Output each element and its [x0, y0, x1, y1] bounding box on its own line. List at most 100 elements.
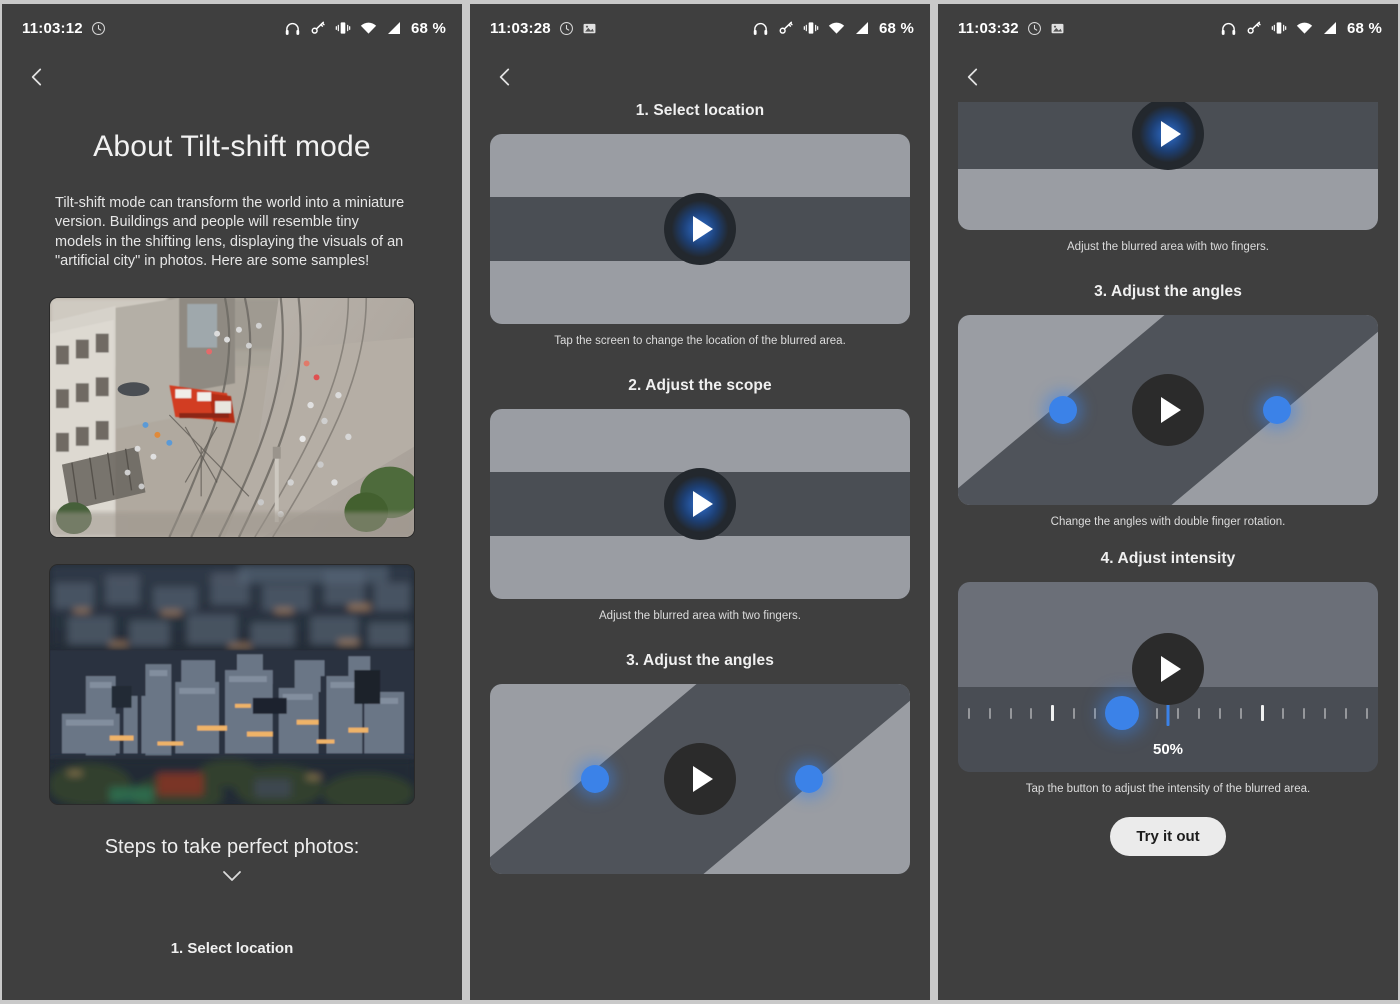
tick — [1073, 707, 1076, 719]
nav-bar — [2, 52, 462, 102]
step-demo-card-3[interactable] — [490, 684, 910, 874]
back-button[interactable] — [24, 64, 50, 90]
phone-screen-steps-top: 11:03:28 68 % 1. Select location Tap the… — [470, 4, 930, 1000]
steps-scroll-area[interactable]: Adjust the blurred area with two fingers… — [938, 102, 1398, 856]
image-icon — [582, 21, 597, 36]
step-block-2: 2. Adjust the scope Adjust the blurred a… — [490, 377, 910, 622]
about-description: Tilt-shift mode can transform the world … — [55, 195, 405, 269]
status-time: 11:03:12 — [22, 19, 83, 37]
angle-handle-right[interactable] — [1263, 396, 1292, 424]
play-button[interactable] — [664, 743, 736, 815]
play-button[interactable] — [664, 193, 736, 265]
expand-steps-button[interactable] — [28, 867, 436, 890]
blur-band-bottom — [490, 261, 910, 324]
try-it-out-button[interactable]: Try it out — [1110, 817, 1226, 856]
step-demo-card-partial[interactable] — [958, 102, 1378, 230]
page-title: About Tilt-shift mode — [93, 130, 371, 163]
step-demo-card-3[interactable] — [958, 315, 1378, 505]
angle-handle-right[interactable] — [795, 765, 824, 793]
steps-scroll-area[interactable]: 1. Select location Tap the screen to cha… — [470, 102, 930, 874]
step-title-1: 1. Select location — [170, 940, 294, 958]
tick — [1156, 707, 1159, 719]
status-bar: 11:03:12 68 % — [2, 4, 462, 52]
status-bar-left: 11:03:12 — [22, 20, 106, 37]
tick — [1198, 707, 1201, 719]
steps-heading: Steps to take perfect photos: — [104, 836, 360, 859]
back-button[interactable] — [960, 64, 986, 90]
blur-band-bottom — [958, 168, 1378, 230]
vibrate-icon — [335, 20, 351, 36]
battery-percent: 68 % — [411, 19, 446, 37]
signal-icon — [386, 20, 402, 36]
step-block-3: 3. Adjust the angles — [490, 652, 910, 874]
tick — [1009, 707, 1012, 719]
status-bar-right: 68 % — [284, 20, 446, 37]
blur-band-top — [490, 134, 910, 197]
slider-handle[interactable] — [1104, 696, 1139, 730]
play-icon — [1161, 121, 1181, 147]
tick — [1177, 707, 1180, 719]
step-demo-card-4[interactable]: 50% — [958, 582, 1378, 772]
clock-icon — [559, 21, 574, 36]
headphones-icon — [1220, 20, 1237, 37]
cta-container: Try it out — [958, 817, 1378, 856]
step-title-3: 3. Adjust the angles — [1094, 283, 1242, 300]
step-block-1: 1. Select location Tap the screen to cha… — [490, 102, 910, 347]
headphones-icon — [752, 20, 769, 37]
chevron-down-icon — [218, 867, 246, 890]
step-demo-card-1[interactable] — [490, 134, 910, 324]
nav-bar — [938, 52, 1398, 102]
step-block-3: 3. Adjust the angles Change the angles w… — [958, 283, 1378, 528]
status-bar-left: 11:03:28 — [490, 20, 597, 37]
play-icon — [1161, 397, 1181, 423]
step-caption-partial: Adjust the blurred area with two fingers… — [1067, 241, 1269, 253]
key-icon — [778, 20, 794, 36]
sample-photo-street-tram — [49, 297, 415, 539]
blur-band-bottom — [490, 536, 910, 599]
angle-handle-left[interactable] — [1049, 396, 1077, 424]
play-button[interactable] — [664, 468, 736, 540]
tick — [1239, 707, 1242, 719]
tick-major — [1260, 705, 1264, 721]
step-title-2: 2. Adjust the scope — [628, 377, 772, 394]
tick — [1324, 707, 1327, 719]
tick — [1365, 707, 1368, 719]
play-button[interactable] — [1132, 374, 1204, 446]
step-block-4: 4. Adjust intensity 50% Tap the button t… — [958, 550, 1378, 795]
intensity-value: 50% — [1152, 741, 1184, 758]
step-block-partial: Adjust the blurred area with two fingers… — [958, 102, 1378, 253]
play-icon — [693, 491, 713, 517]
angle-handle-left[interactable] — [581, 765, 609, 793]
play-icon — [693, 216, 713, 242]
tick — [1030, 707, 1033, 719]
back-button[interactable] — [492, 64, 518, 90]
step-demo-card-2[interactable] — [490, 409, 910, 599]
tick — [1344, 707, 1347, 719]
tick — [968, 707, 970, 719]
step-caption-4: Tap the button to adjust the intensity o… — [1025, 783, 1311, 795]
status-bar-right: 68 % — [752, 20, 914, 37]
vibrate-icon — [803, 20, 819, 36]
blur-band-top — [490, 409, 910, 472]
status-bar-left: 11:03:32 — [958, 20, 1065, 37]
status-time: 11:03:28 — [490, 19, 551, 37]
status-time: 11:03:32 — [958, 19, 1019, 37]
headphones-icon — [284, 20, 301, 37]
signal-icon — [854, 20, 870, 36]
clock-icon — [1027, 21, 1042, 36]
key-icon — [310, 20, 326, 36]
sample-photo-city-dusk — [49, 564, 415, 806]
step-title-3: 3. Adjust the angles — [626, 652, 774, 669]
tick — [1303, 707, 1306, 719]
play-button[interactable] — [1132, 633, 1204, 706]
step-caption-2: Adjust the blurred area with two fingers… — [599, 610, 801, 622]
step-caption-1: Tap the screen to change the location of… — [554, 335, 846, 347]
step-title-4: 4. Adjust intensity — [1100, 550, 1236, 567]
tick-major — [1051, 705, 1055, 721]
key-icon — [1246, 20, 1262, 36]
wifi-icon — [1296, 20, 1313, 37]
about-content: About Tilt-shift mode Tilt-shift mode ca… — [2, 130, 462, 957]
